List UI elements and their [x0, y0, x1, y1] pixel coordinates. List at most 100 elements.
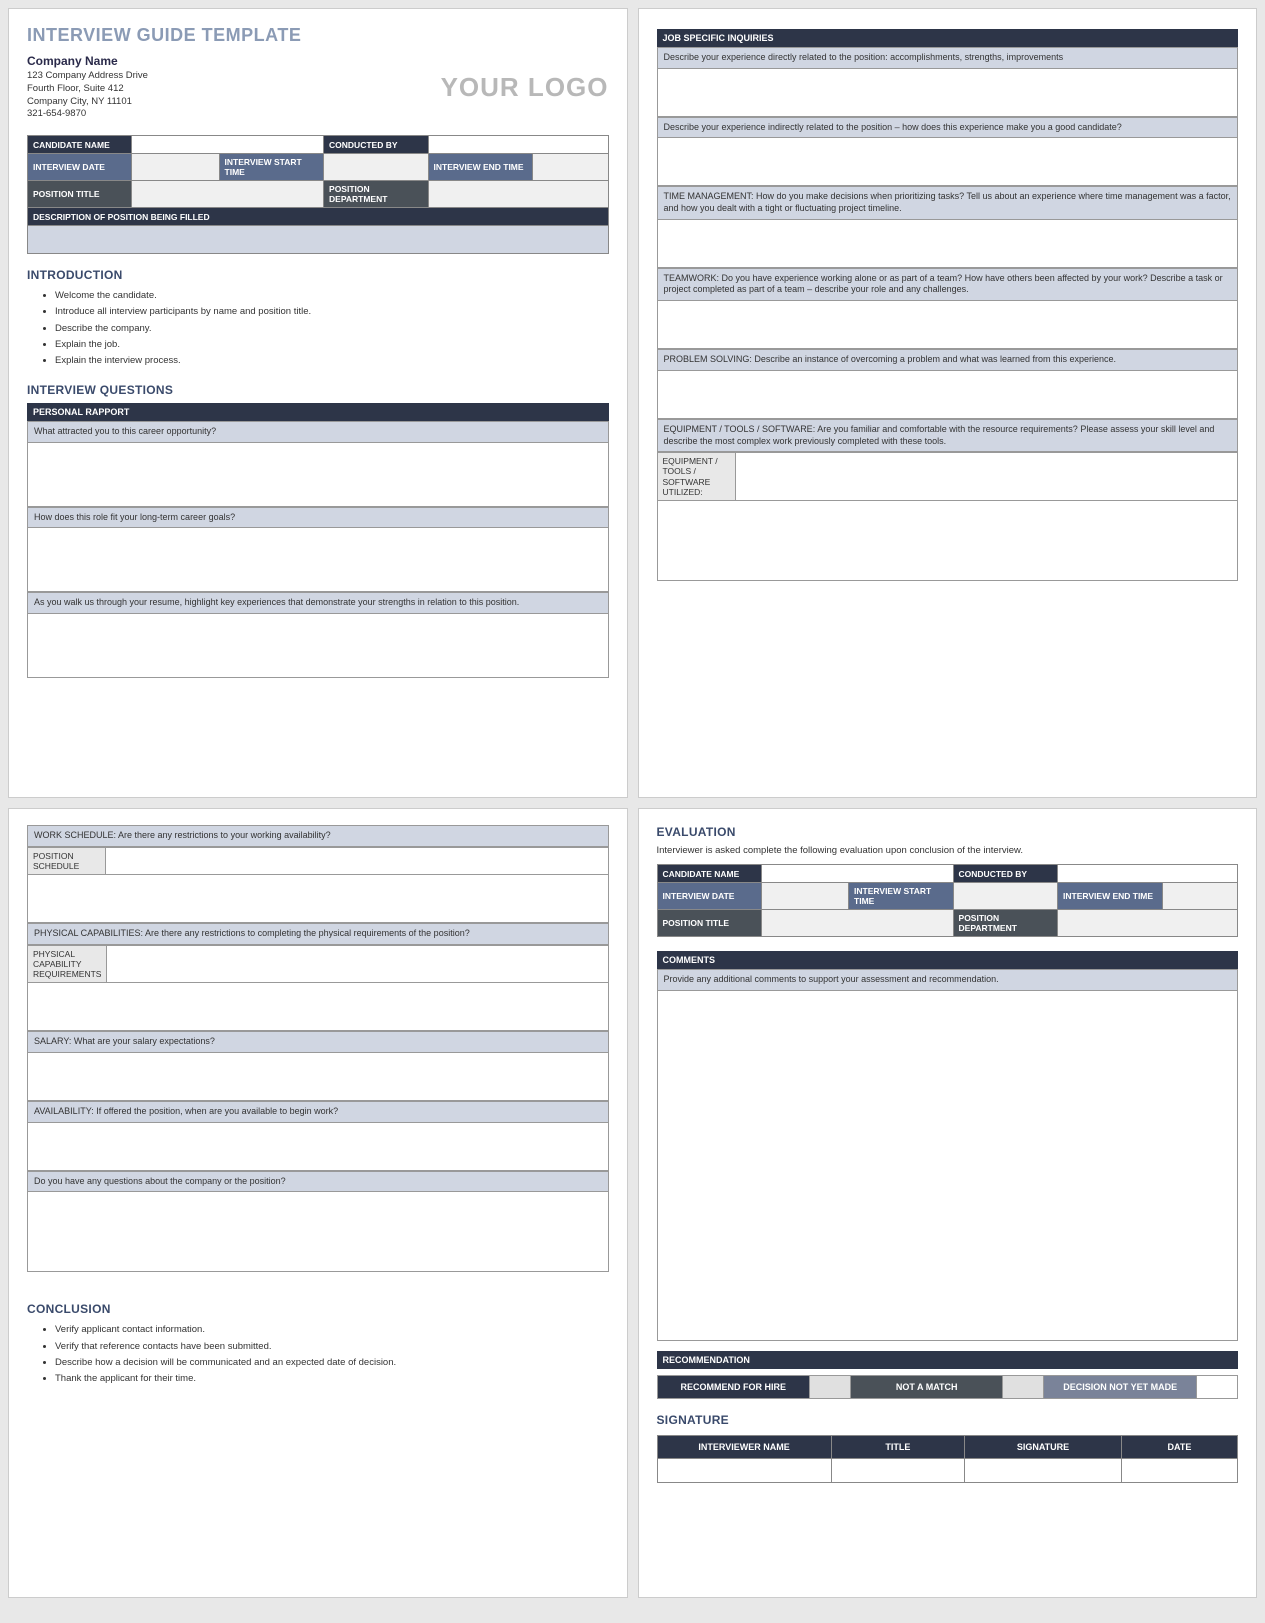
phone: 321-654-9870: [27, 108, 148, 121]
candidate-info-table: CANDIDATE NAME CONDUCTED BY INTERVIEW DA…: [27, 135, 609, 254]
p3-q4: AVAILABILITY: If offered the position, w…: [27, 1101, 609, 1123]
intro-item: Describe the company.: [55, 321, 609, 337]
lbl-conducted: CONDUCTED BY: [324, 136, 428, 154]
concl-list: Verify applicant contact information. Ve…: [27, 1322, 609, 1387]
rapport-q1: What attracted you to this career opport…: [27, 421, 609, 443]
sig-c2: TITLE: [831, 1435, 965, 1458]
rapport-a1[interactable]: [27, 443, 609, 507]
e-val-ptitle[interactable]: [761, 910, 953, 937]
rapport-q2: How does this role fit your long-term ca…: [27, 507, 609, 529]
addr-1: 123 Company Address Drive: [27, 70, 148, 83]
rec-nomatch: NOT A MATCH: [850, 1375, 1002, 1398]
p3-a1[interactable]: [27, 875, 609, 923]
sig-c1: INTERVIEWER NAME: [657, 1435, 831, 1458]
job-a6[interactable]: [657, 501, 1239, 581]
e-lbl-end: INTERVIEW END TIME: [1058, 883, 1162, 910]
val-ptitle[interactable]: [132, 181, 324, 208]
page-4: EVALUATION Interviewer is asked complete…: [638, 808, 1258, 1598]
job-a3[interactable]: [657, 220, 1239, 268]
p3-q2-side: PHYSICAL CAPABILITY REQUIREMENTS: [28, 945, 107, 983]
rec-undecided-chk[interactable]: [1196, 1375, 1237, 1398]
job-q6-side: EQUIPMENT / TOOLS / SOFTWARE UTILIZED:: [657, 453, 735, 501]
rapport-a3[interactable]: [27, 614, 609, 678]
addr-3: Company City, NY 11101: [27, 96, 148, 109]
sig-c3: SIGNATURE: [965, 1435, 1122, 1458]
val-candidate[interactable]: [132, 136, 324, 154]
e-val-conducted[interactable]: [1058, 865, 1238, 883]
e-val-date[interactable]: [761, 883, 848, 910]
sig-heading: SIGNATURE: [657, 1413, 1239, 1427]
p3-a3[interactable]: [27, 1053, 609, 1101]
e-val-start[interactable]: [953, 883, 1057, 910]
p3-q2-table: PHYSICAL CAPABILITY REQUIREMENTS: [27, 945, 609, 984]
e-lbl-date: INTERVIEW DATE: [657, 883, 761, 910]
intro-item: Explain the job.: [55, 337, 609, 353]
lbl-date: INTERVIEW DATE: [28, 154, 132, 181]
e-lbl-pdept: POSITION DEPARTMENT: [953, 910, 1057, 937]
sig-sig[interactable]: [965, 1458, 1122, 1482]
sig-name[interactable]: [657, 1458, 831, 1482]
val-start[interactable]: [324, 154, 428, 181]
lbl-start: INTERVIEW START TIME: [219, 154, 323, 181]
rapport-a2[interactable]: [27, 528, 609, 592]
sig-c4: DATE: [1121, 1435, 1237, 1458]
val-conducted[interactable]: [428, 136, 608, 154]
e-val-candidate[interactable]: [761, 865, 953, 883]
lbl-pdept: POSITION DEPARTMENT: [324, 181, 428, 208]
p3-q2-sideval[interactable]: [107, 945, 608, 983]
p3-q1-table: POSITION SCHEDULE: [27, 847, 609, 875]
p3-q1-side: POSITION SCHEDULE: [28, 847, 106, 874]
val-desc[interactable]: [28, 226, 609, 254]
val-pdept[interactable]: [428, 181, 608, 208]
rec-hire-chk[interactable]: [809, 1375, 850, 1398]
p3-a5[interactable]: [27, 1192, 609, 1272]
e-val-pdept[interactable]: [1058, 910, 1238, 937]
intro-item: Welcome the candidate.: [55, 288, 609, 304]
logo-placeholder: YOUR LOGO: [441, 72, 609, 103]
job-a2[interactable]: [657, 138, 1239, 186]
p3-a4[interactable]: [27, 1123, 609, 1171]
comments-q: Provide any additional comments to suppo…: [657, 969, 1239, 991]
val-end[interactable]: [533, 154, 609, 181]
eval-heading: EVALUATION: [657, 825, 1239, 839]
intro-item: Introduce all interview participants by …: [55, 304, 609, 320]
sig-table: INTERVIEWER NAME TITLE SIGNATURE DATE: [657, 1435, 1239, 1483]
job-a5[interactable]: [657, 371, 1239, 419]
concl-heading: CONCLUSION: [27, 1302, 609, 1316]
job-q6-table: EQUIPMENT / TOOLS / SOFTWARE UTILIZED:: [657, 452, 1239, 501]
page-3: WORK SCHEDULE: Are there any restriction…: [8, 808, 628, 1598]
comments-box[interactable]: [657, 991, 1239, 1341]
p3-q1-sideval[interactable]: [106, 847, 609, 874]
e-val-end[interactable]: [1162, 883, 1238, 910]
p3-q2: PHYSICAL CAPABILITIES: Are there any res…: [27, 923, 609, 945]
job-q6: EQUIPMENT / TOOLS / SOFTWARE: Are you fa…: [657, 419, 1239, 452]
job-a1[interactable]: [657, 69, 1239, 117]
comments-bar: COMMENTS: [657, 951, 1239, 969]
iq-heading: INTERVIEW QUESTIONS: [27, 383, 609, 397]
intro-list: Welcome the candidate. Introduce all int…: [27, 288, 609, 369]
rapport-q3: As you walk us through your resume, high…: [27, 592, 609, 614]
job-q3: TIME MANAGEMENT: How do you make decisio…: [657, 186, 1239, 219]
concl-item: Verify that reference contacts have been…: [55, 1339, 609, 1355]
company-name: Company Name: [27, 54, 148, 68]
job-q6-sideval[interactable]: [735, 453, 1238, 501]
lbl-end: INTERVIEW END TIME: [428, 154, 532, 181]
lbl-desc: DESCRIPTION OF POSITION BEING FILLED: [28, 208, 609, 226]
e-lbl-candidate: CANDIDATE NAME: [657, 865, 761, 883]
intro-heading: INTRODUCTION: [27, 268, 609, 282]
rec-undecided: DECISION NOT YET MADE: [1044, 1375, 1196, 1398]
rec-table: RECOMMEND FOR HIRE NOT A MATCH DECISION …: [657, 1375, 1239, 1399]
sig-date[interactable]: [1121, 1458, 1237, 1482]
val-date[interactable]: [132, 154, 219, 181]
job-a4[interactable]: [657, 301, 1239, 349]
sig-title[interactable]: [831, 1458, 965, 1482]
rec-nomatch-chk[interactable]: [1003, 1375, 1044, 1398]
e-lbl-start: INTERVIEW START TIME: [849, 883, 953, 910]
lbl-candidate: CANDIDATE NAME: [28, 136, 132, 154]
rapport-bar: PERSONAL RAPPORT: [27, 403, 609, 421]
p3-q1: WORK SCHEDULE: Are there any restriction…: [27, 825, 609, 847]
concl-item: Describe how a decision will be communic…: [55, 1355, 609, 1371]
rec-bar: RECOMMENDATION: [657, 1351, 1239, 1369]
p3-a2[interactable]: [27, 983, 609, 1031]
company-block: Company Name 123 Company Address Drive F…: [27, 54, 148, 121]
